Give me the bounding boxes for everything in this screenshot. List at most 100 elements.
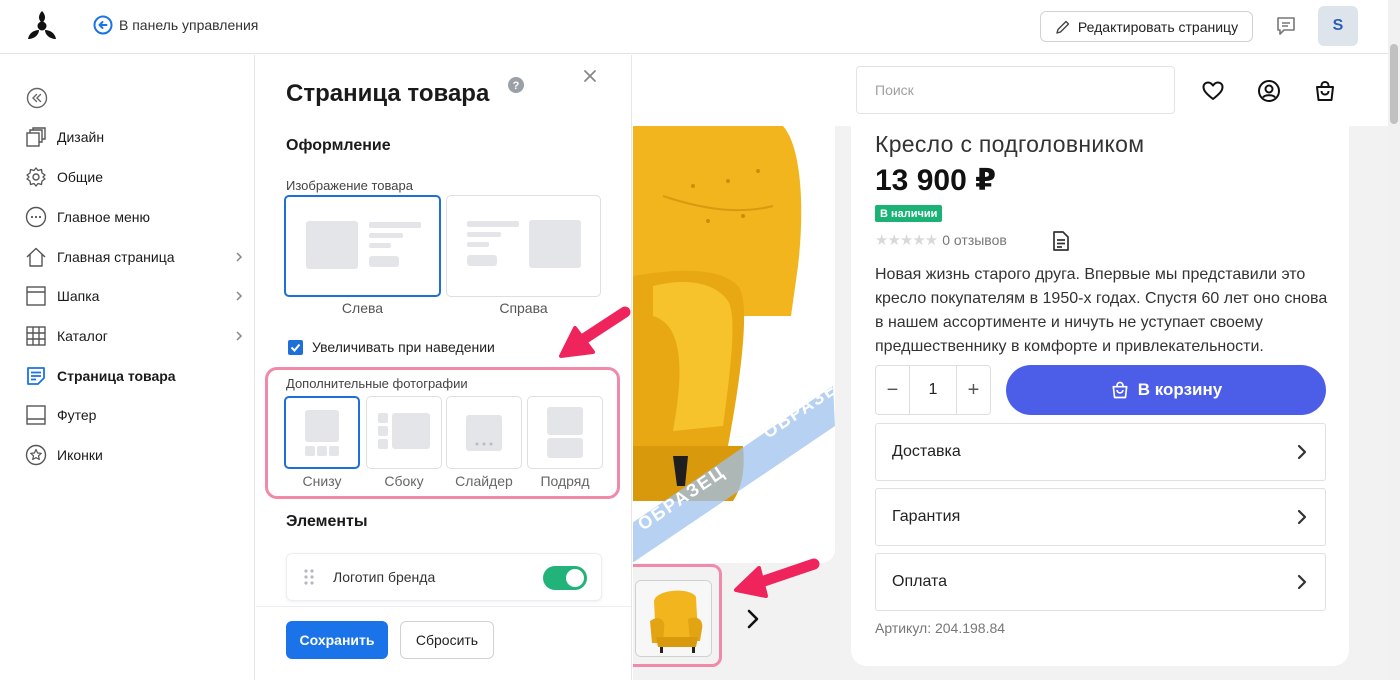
back-to-dashboard-link[interactable]: В панель управления	[93, 15, 258, 35]
sidebar-item-header[interactable]: Шапка	[25, 283, 245, 309]
image-left-option[interactable]	[284, 195, 441, 297]
chevron-right-icon	[1297, 574, 1307, 590]
sidebar-item-label: Иконки	[57, 447, 103, 463]
collapse-sidebar-icon[interactable]	[26, 87, 48, 109]
sidebar-item-catalog[interactable]: Каталог	[25, 323, 245, 349]
brand-logo[interactable]	[24, 9, 60, 43]
accordion-delivery[interactable]: Доставка	[875, 423, 1326, 481]
checkbox-checked-icon[interactable]	[288, 339, 303, 355]
in-stock-badge: В наличии	[875, 205, 943, 222]
sidebar-item-label: Каталог	[57, 328, 108, 344]
quantity-input[interactable]: 1	[909, 366, 957, 414]
quantity-stepper: − 1 +	[875, 365, 991, 415]
chat-icon[interactable]	[1275, 15, 1297, 37]
heart-icon[interactable]	[1201, 79, 1225, 103]
chevron-right-icon	[1297, 444, 1307, 460]
product-thumbnail[interactable]	[635, 580, 712, 657]
chevron-right-icon	[236, 291, 243, 301]
toggle-knob	[566, 569, 584, 587]
sidebar-item-general[interactable]: Общие	[25, 164, 245, 190]
sidebar-item-label: Главное меню	[57, 209, 151, 225]
user-avatar[interactable]: S	[1318, 6, 1358, 46]
close-icon[interactable]	[583, 69, 597, 83]
element-label: Логотип бренда	[333, 569, 436, 585]
page-scrollbar[interactable]	[1388, 0, 1400, 680]
element-row-brand-logo[interactable]: Логотип бренда	[286, 553, 602, 601]
annotation-arrow-icon	[559, 306, 631, 358]
product-name: Кресло с подголовником	[875, 131, 1145, 157]
product-main-image[interactable]: ОБРАЗЕЦ ОБРАЗЕЦ	[633, 126, 835, 563]
yellow-armchair-image: ОБРАЗЕЦ ОБРАЗЕЦ	[633, 126, 835, 563]
chevron-right-icon	[1297, 509, 1307, 525]
zoom-on-hover-checkbox[interactable]: Увеличивать при наведении	[288, 339, 495, 355]
header-icon	[26, 286, 46, 306]
panel-title: Страница товара	[286, 80, 490, 107]
accordion-warranty[interactable]: Гарантия	[875, 488, 1326, 546]
back-link-label: В панель управления	[119, 17, 259, 33]
annotation-arrow-icon	[734, 558, 820, 598]
home-icon	[26, 247, 46, 267]
top-bar: В панель управления Редактировать страни…	[0, 0, 1388, 54]
sidebar-item-label: Общие	[57, 169, 104, 185]
image-left-caption: Слева	[341, 300, 384, 316]
star-icon	[25, 444, 47, 466]
edit-page-button[interactable]: Редактировать страницу	[1040, 11, 1253, 42]
sidebar-item-label: Страница товара	[57, 368, 176, 384]
drag-handle-icon[interactable]	[303, 568, 315, 586]
chevron-right-icon[interactable]	[743, 607, 763, 631]
reviews-count: 0 отзывов	[942, 232, 1007, 248]
back-arrow-icon	[93, 15, 113, 35]
user-account-icon[interactable]	[1257, 79, 1281, 103]
image-right-option[interactable]	[446, 195, 601, 297]
chevron-right-icon	[236, 331, 243, 341]
armchair-thumbnail-image	[636, 581, 711, 656]
chevron-right-icon	[236, 252, 243, 262]
svg-text:?: ?	[513, 80, 520, 92]
sidebar-item-design[interactable]: Дизайн	[25, 124, 245, 150]
brand-logo-toggle[interactable]	[543, 566, 587, 590]
sidebar-item-label: Футер	[57, 407, 97, 423]
sidebar-item-product-page[interactable]: Страница товара	[25, 363, 245, 389]
sidebar-item-footer[interactable]: Футер	[25, 402, 245, 428]
accordion-label: Оплата	[892, 573, 948, 590]
scrollbar-thumb[interactable]	[1390, 44, 1398, 124]
reset-button[interactable]: Сбросить	[400, 621, 494, 659]
help-icon[interactable]: ?	[508, 77, 524, 93]
shopping-bag-icon	[1112, 381, 1128, 399]
increase-quantity-button[interactable]: +	[957, 366, 990, 414]
document-icon[interactable]	[1051, 230, 1071, 252]
sidebar-item-label: Главная страница	[57, 249, 175, 265]
sidebar-item-home-page[interactable]: Главная страница	[25, 244, 245, 270]
catalog-grid-icon	[26, 326, 46, 346]
sidebar-item-icons[interactable]: Иконки	[25, 442, 245, 468]
product-page-icon	[27, 367, 45, 385]
rating-stars-icon: ★★★★★	[875, 232, 938, 249]
add-to-cart-label: В корзину	[1137, 380, 1223, 399]
decrease-quantity-button[interactable]: −	[876, 366, 909, 414]
accordion-label: Гарантия	[892, 508, 961, 525]
sidebar-item-main-menu[interactable]: Главное меню	[25, 204, 245, 230]
product-rating[interactable]: ★★★★★ 0 отзывов	[875, 231, 1007, 249]
layout-left-preview-icon	[306, 221, 421, 269]
panel-footer: Сохранить Сбросить	[256, 606, 631, 680]
sidebar-item-label: Шапка	[57, 288, 100, 304]
product-info-card: Кресло с подголовником 13 900 ₽ В наличи…	[851, 126, 1349, 666]
accordion-payment[interactable]: Оплата	[875, 553, 1326, 611]
sidebar-item-label: Дизайн	[57, 129, 105, 145]
elements-section-title: Элементы	[286, 513, 368, 530]
footer-icon	[26, 405, 46, 425]
add-to-cart-button[interactable]: В корзину	[1006, 365, 1326, 415]
product-sku: Артикул: 204.198.84	[875, 620, 1006, 636]
layout-right-preview-icon	[467, 220, 581, 268]
additional-photos-highlight	[265, 367, 620, 499]
shop-search-input[interactable]: Поиск	[856, 66, 1175, 114]
image-position-label: Изображение товара	[286, 178, 413, 193]
accordion-label: Доставка	[892, 443, 961, 460]
product-description: Новая жизнь старого друга. Впервые мы пр…	[875, 266, 1328, 355]
save-button[interactable]: Сохранить	[286, 621, 388, 659]
pencil-icon	[1056, 20, 1070, 34]
zoom-checkbox-label: Увеличивать при наведении	[312, 339, 495, 355]
shopping-bag-icon[interactable]	[1313, 79, 1337, 103]
menu-dots-icon	[25, 206, 47, 228]
design-icon	[26, 127, 46, 147]
